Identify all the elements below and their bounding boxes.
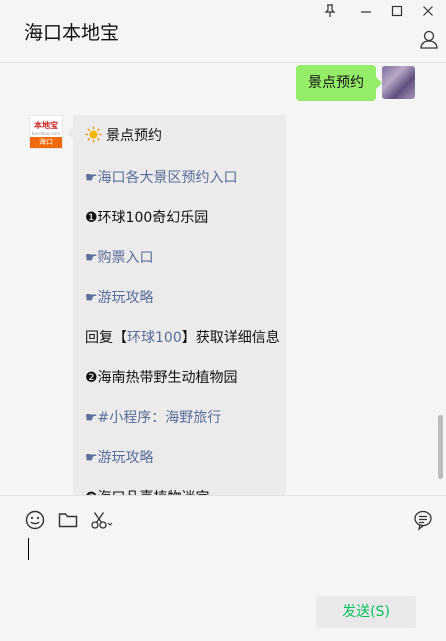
reply-hint-prefix: 回复【 <box>85 330 127 346</box>
title-bar: 海口本地宝 <box>0 0 446 63</box>
my-avatar[interactable] <box>382 66 415 99</box>
folder-icon[interactable] <box>57 509 79 531</box>
sun-icon <box>85 126 102 143</box>
item-title-2: ❷海南热带野生动植物园 <box>85 370 238 386</box>
profile-icon[interactable] <box>419 29 439 49</box>
bot-avatar[interactable]: 本地宝 bendibao.com 海口 <box>29 115 63 149</box>
scissors-icon[interactable] <box>89 509 113 531</box>
link-travel-guide-2[interactable]: ☛游玩攻略 <box>85 447 154 467</box>
item-title-1: ❶环球100奇幻乐园 <box>85 210 209 226</box>
link-ticket-purchase[interactable]: ☛购票入口 <box>85 247 154 267</box>
avatar-city-text: 海口 <box>30 137 62 148</box>
reply-keyword-link[interactable]: 环球100 <box>127 330 182 346</box>
pin-icon[interactable] <box>320 4 340 20</box>
emoji-icon[interactable] <box>24 509 46 531</box>
link-scenic-booking[interactable]: ☛海口各大景区预约入口 <box>85 167 238 187</box>
close-icon[interactable] <box>418 4 438 20</box>
outgoing-message[interactable]: 景点预约 <box>296 65 382 101</box>
maximize-icon[interactable] <box>387 4 407 20</box>
incoming-message: 景点预约 ☛海口各大景区预约入口 ❶环球100奇幻乐园 ☛购票入口 ☛游玩攻略 … <box>67 115 286 495</box>
avatar-brand-text: 本地宝 <box>34 121 58 130</box>
item-title-3: ❸海口凡嘉植物迷宫 <box>85 487 210 495</box>
chat-title: 海口本地宝 <box>24 22 120 44</box>
link-travel-guide-1[interactable]: ☛游玩攻略 <box>85 287 154 307</box>
avatar-domain-text: bendibao.com <box>31 131 61 136</box>
input-area[interactable]: 发送(S) <box>0 495 446 641</box>
message-header-text: 景点预约 <box>106 128 162 144</box>
chat-scrollbar[interactable] <box>438 415 443 479</box>
chat-history-icon[interactable] <box>412 509 434 531</box>
message-header: 景点预约 <box>85 125 162 145</box>
send-button[interactable]: 发送(S) <box>316 596 416 628</box>
minimize-icon[interactable] <box>356 4 376 20</box>
text-caret[interactable] <box>28 538 29 560</box>
reply-hint: 回复【环球100】获取详细信息 <box>85 327 280 347</box>
link-mini-program[interactable]: ☛#小程序：海野旅行 <box>85 407 221 427</box>
chat-history[interactable]: 景点预约 本地宝 bendibao.com 海口 景点预约 ☛海口各大景区预约入… <box>0 63 446 495</box>
reply-hint-suffix: 】获取详细信息 <box>181 330 280 346</box>
